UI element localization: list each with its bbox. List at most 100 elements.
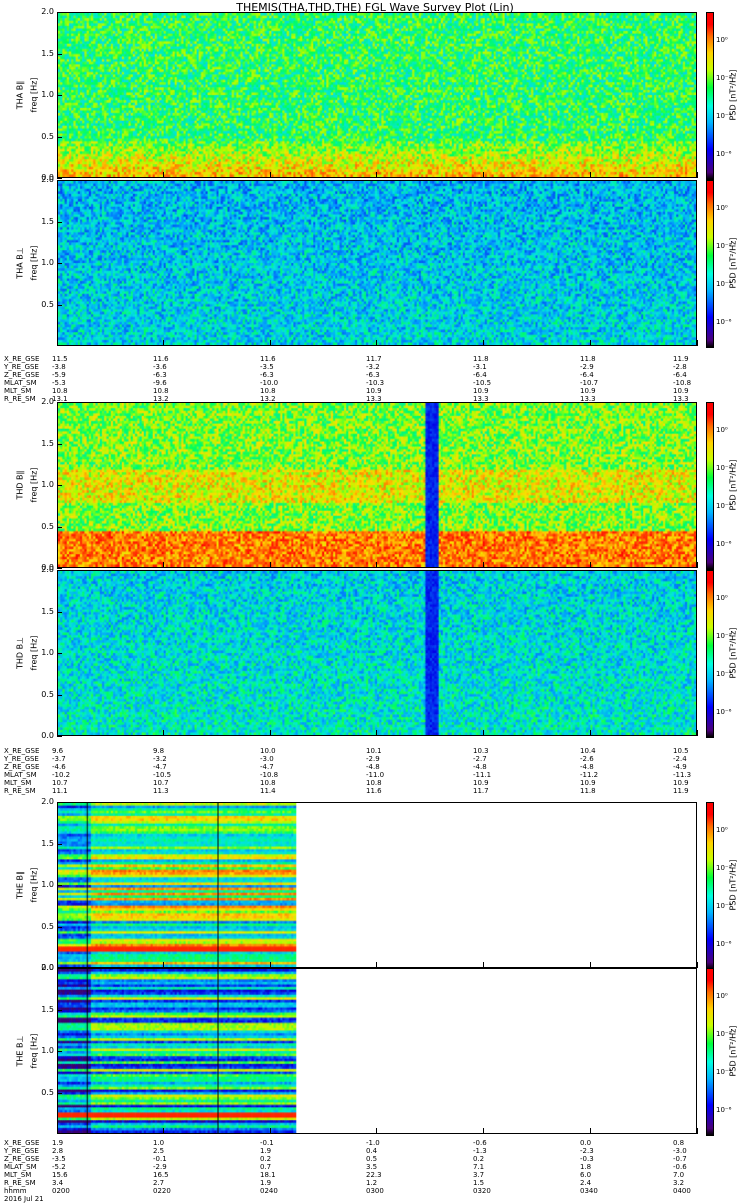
ephemeris-value: 11.9 [673,787,689,795]
x-tick-mark [483,1128,484,1134]
probe-label-text: THE B⊥ [15,1035,25,1067]
ephemeris-value: 13.2 [260,395,276,403]
y-tick-mark [57,926,62,928]
y-tick-label: 1.0 [41,880,54,889]
y-tick-mark [57,968,62,969]
ephemeris-value: 1.9 [260,1147,272,1155]
x-tick-mark [697,1128,698,1134]
colorbar [706,12,714,180]
ephemeris-value: 10.8 [260,387,276,395]
ephemeris-value: 10.1 [366,747,382,755]
ephemeris-value: -4.8 [366,763,380,771]
colorbar [706,180,714,348]
ephemeris-value: 10.9 [673,779,689,787]
colorbar-unit-text: PSD [nT²/Hz] [728,459,738,511]
ephemeris-value: -3.1 [473,363,487,371]
ephemeris-value: 1.8 [580,1163,592,1171]
ephemeris-value: -1.3 [473,1147,487,1155]
colorbar-tick-label: 10⁰ [716,426,728,434]
ephemeris-value: -2.9 [366,755,380,763]
x-tick-mark [483,340,484,346]
x-tick-mark [376,1128,377,1134]
y-tick-mark [57,485,62,486]
x-tick-mark [697,562,698,568]
ephemeris-value: -4.8 [580,763,594,771]
ephemeris-value: -5.9 [52,371,66,379]
x-tick-mark [270,1128,271,1134]
y-tick-label: 0.5 [41,1087,54,1097]
colorbar-tick-label: 10⁻⁶ [716,318,732,326]
ephemeris-value: 1.2 [366,1179,378,1187]
y-tick-label: 0.5 [41,921,54,931]
ephemeris-value: -3.0 [673,1147,687,1155]
colorbar-tick-label: 10⁰ [716,36,728,44]
probe-label-text: THA B∥ [15,80,25,110]
ephemeris-value: -0.1 [260,1139,274,1147]
ephemeris-value: -2.3 [580,1147,594,1155]
ephemeris-value: -10.8 [673,379,692,387]
colorbar-tick-label: 10⁻⁶ [716,708,732,716]
colorbar-unit-text: PSD [nT²/Hz] [728,859,738,911]
y-tick-label: 1.0 [41,480,54,489]
ephemeris-value: 10.8 [366,779,382,787]
ephemeris-value: -6.3 [153,371,167,379]
ephemeris-value: 0320 [473,1187,491,1195]
ephemeris-value: 11.8 [473,355,489,363]
ephemeris-value: -11.1 [473,771,492,779]
ephemeris-value: 10.4 [580,747,596,755]
ephemeris-row-label: MLT_SM [4,779,32,787]
spectrogram-image [58,181,696,345]
ephemeris-value: -3.6 [153,363,167,371]
ephemeris-value: 15.6 [52,1171,68,1179]
x-tick-mark [697,962,698,968]
colorbar-tick-label: 10⁻⁶ [716,1106,732,1114]
ephemeris-row-label: Z_RE_GSE [4,371,40,379]
ephemeris-value: -4.6 [52,763,66,771]
ephemeris-row-label: R_RE_SM [4,787,36,795]
ephemeris-value: 9.6 [52,747,64,755]
spectrogram-tha_bl [57,12,697,178]
ephemeris-row-label: MLT_SM [4,1171,32,1179]
ephemeris-value: -2.9 [153,1163,167,1171]
x-tick-mark [57,562,58,568]
colorbar [706,968,714,1136]
ephemeris-value: 1.0 [153,1139,165,1147]
ephemeris-value: -2.9 [580,363,594,371]
ephemeris-value: 10.9 [366,387,382,395]
ephemeris-value: 3.2 [673,1179,685,1187]
ephemeris-value: -6.4 [473,371,487,379]
y-tick-label: 2.0 [41,565,54,574]
ephemeris-value: -11.0 [366,771,385,779]
x-tick-mark [163,340,164,346]
colorbar-tick-label: 10⁰ [716,992,728,1000]
ephemeris-value: 10.0 [260,747,276,755]
spectrogram-thd_bl [57,402,697,568]
x-tick-mark [376,172,377,178]
colorbar-tick-label: 10⁻⁶ [716,940,732,948]
ephemeris-value: 11.8 [580,787,596,795]
ephemeris-value: 11.6 [260,355,276,363]
y-tick-mark [57,263,62,264]
ephemeris-row-label: MLAT_SM [4,1163,37,1171]
ephemeris-value: 11.7 [473,787,489,795]
ephemeris-row-label: Y_RE_GSE [4,363,39,371]
ephemeris-value: -3.0 [260,755,274,763]
y-tick-mark [57,53,62,55]
y-tick-mark [57,221,62,223]
ephemeris-value: -10.5 [473,379,492,387]
ephemeris-value: -4.8 [473,763,487,771]
ephemeris-value: -3.7 [52,755,66,763]
ephemeris-value: 6.0 [580,1171,592,1179]
ephemeris-value: -6.4 [673,371,687,379]
ephemeris-value: 0400 [673,1187,691,1195]
ephemeris-value: 10.8 [52,387,68,395]
ephemeris-value: 11.7 [366,355,382,363]
x-tick-mark [590,340,591,346]
y-tick-mark [57,802,62,803]
x-tick-mark [697,172,698,178]
spectrogram-thd_bt [57,570,697,736]
ephemeris-row-label: X_RE_GSE [4,747,40,755]
ephemeris-value: 0.4 [366,1147,378,1155]
ephemeris-value: -6.3 [260,371,274,379]
ephemeris-value: 1.9 [52,1139,64,1147]
